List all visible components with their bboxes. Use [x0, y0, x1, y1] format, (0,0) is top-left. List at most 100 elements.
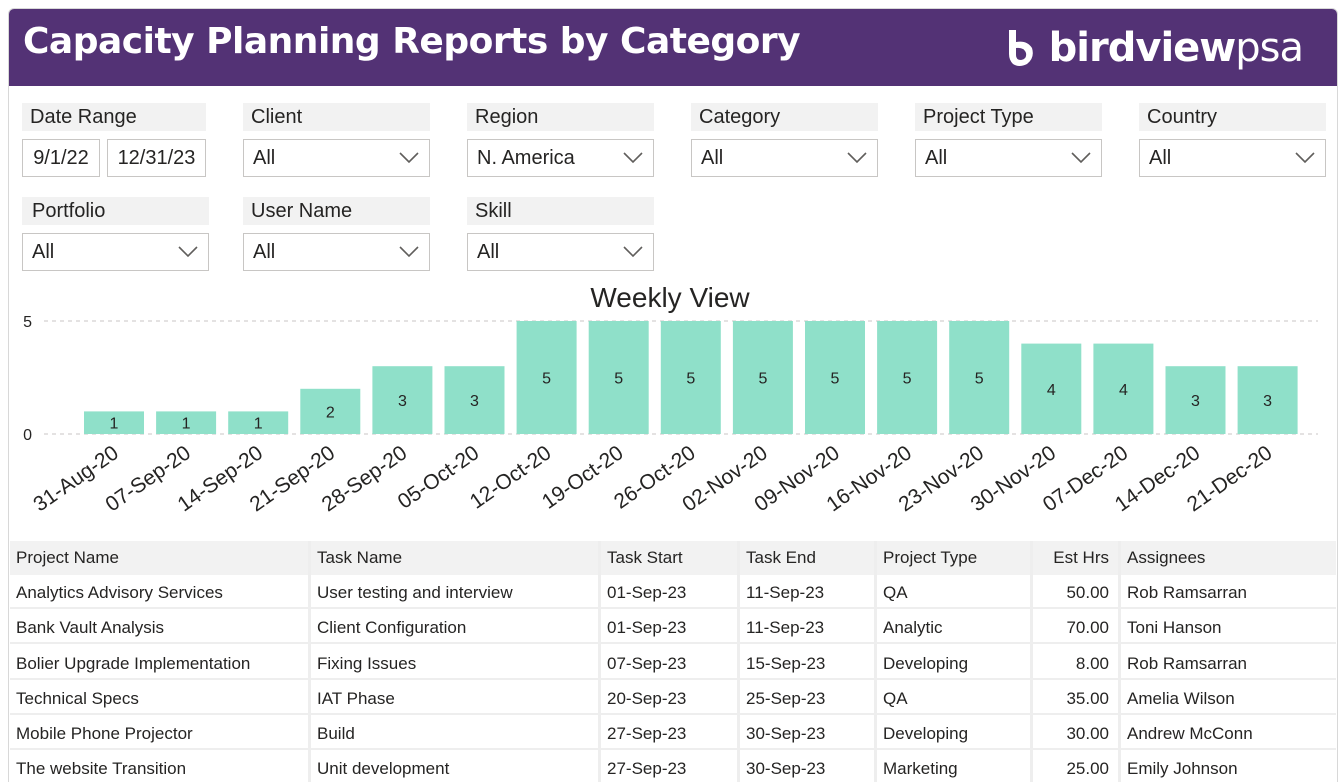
- table-cell: 11-Sep-23: [746, 618, 825, 638]
- table-cell: Developing: [883, 653, 969, 673]
- table-cell: Analytic: [883, 618, 943, 638]
- category-dropdown[interactable]: All: [691, 139, 878, 177]
- table-cell: 8.00: [1075, 653, 1109, 673]
- bar-data-label: 5: [975, 371, 984, 388]
- portfolio-dropdown[interactable]: All: [22, 233, 209, 271]
- column-divider: [598, 541, 601, 782]
- column-divider: [874, 541, 877, 782]
- table-cell: 11-Sep-23: [746, 583, 825, 603]
- row-divider: [10, 677, 1336, 680]
- table-row[interactable]: Bolier Upgrade Implementation Fixing Issu…: [10, 647, 1336, 681]
- date-range-end-input[interactable]: 12/31/23: [107, 139, 206, 177]
- table-cell: Developing: [883, 724, 969, 743]
- category-label: Category: [691, 103, 878, 131]
- brand-wordmark: birdviewpsa: [1048, 25, 1304, 71]
- table-cell: Andrew McConn: [1127, 724, 1253, 743]
- skill-dropdown[interactable]: All: [467, 233, 654, 271]
- y-tick-label: 5: [23, 314, 32, 331]
- chevron-down-icon: [1071, 152, 1091, 164]
- bar-data-label: 5: [903, 371, 912, 388]
- bar-data-label: 2: [326, 404, 335, 421]
- chevron-down-icon: [847, 152, 867, 164]
- table-cell: Rob Ramsarran: [1127, 653, 1247, 673]
- table-cell: 70.00: [1066, 618, 1109, 638]
- bar-data-label: 5: [758, 371, 767, 388]
- portfolio-label: Portfolio: [22, 197, 209, 225]
- table-cell: Technical Specs: [16, 688, 139, 708]
- table-cell: QA: [883, 583, 908, 603]
- table-cell: Rob Ramsarran: [1127, 583, 1247, 603]
- x-tick-label: 19-Oct-20: [538, 441, 628, 513]
- table-cell: QA: [883, 688, 908, 708]
- table-cell: Mobile Phone Projector: [16, 724, 193, 743]
- bar-data-label: 5: [686, 371, 695, 388]
- table-cell: Unit development: [317, 759, 450, 779]
- project-type-dropdown-value: All: [925, 147, 948, 169]
- table-cell: 20-Sep-23: [607, 688, 687, 708]
- user-name-dropdown[interactable]: All: [243, 233, 430, 271]
- bar-data-label: 1: [110, 416, 119, 433]
- portfolio-dropdown-value: All: [32, 241, 55, 263]
- table-row[interactable]: Mobile Phone Projector Build 27-Sep-23 30-S…: [10, 717, 1336, 751]
- bar-data-label: 1: [254, 416, 263, 433]
- table-cell: 35.00: [1066, 688, 1109, 708]
- skill-label: Skill: [467, 197, 654, 225]
- table-cell: Emily Johnson: [1127, 759, 1238, 779]
- column-header: Task Name: [317, 548, 403, 567]
- project-type-label: Project Type: [915, 103, 1102, 131]
- table-cell: 25-Sep-23: [746, 688, 826, 708]
- table-cell: Bank Vault Analysis: [16, 618, 165, 638]
- row-divider: [10, 607, 1336, 610]
- table-cell: 30.00: [1066, 724, 1109, 743]
- bar-data-label: 3: [1191, 393, 1200, 410]
- client-label: Client: [243, 103, 430, 131]
- chevron-down-icon: [623, 246, 643, 258]
- column-header: Assignees: [1127, 548, 1206, 567]
- column-header: Project Name: [16, 548, 119, 567]
- column-header: Task End: [746, 548, 816, 567]
- table-cell: 30-Sep-23: [746, 724, 826, 743]
- region-dropdown-value: N. America: [477, 147, 575, 169]
- brand-logo: birdviewpsa: [1005, 23, 1304, 73]
- birdview-logo-icon: [1008, 30, 1033, 66]
- row-divider: [10, 712, 1336, 715]
- user-name-label: User Name: [243, 197, 430, 225]
- category-dropdown-value: All: [701, 147, 724, 169]
- table-cell: Analytics Advisory Services: [16, 583, 223, 603]
- client-dropdown-value: All: [253, 147, 276, 169]
- bar-data-label: 5: [831, 371, 840, 388]
- client-dropdown[interactable]: All: [243, 139, 430, 177]
- row-divider: [10, 642, 1336, 645]
- region-label: Region: [467, 103, 654, 131]
- bar-data-label: 3: [398, 393, 407, 410]
- date-range-start-input[interactable]: 9/1/22: [22, 139, 100, 177]
- column-header: Est Hrs: [1053, 548, 1109, 567]
- brand-wordmark-bold: birdview: [1048, 25, 1237, 71]
- project-type-dropdown[interactable]: All: [915, 139, 1102, 177]
- page-title: Capacity Planning Reports by Category: [23, 21, 801, 62]
- brand-wordmark-light: psa: [1235, 25, 1304, 71]
- table-cell: Toni Hanson: [1127, 618, 1222, 638]
- table-row[interactable]: Bank Vault Analysis Client Configuration 0…: [10, 611, 1336, 645]
- table-row[interactable]: Analytics Advisory Services User testing …: [10, 576, 1336, 610]
- table-row[interactable]: Technical Specs IAT Phase 20-Sep-23 25-Sep-…: [10, 682, 1336, 716]
- y-tick-label: 0: [23, 427, 32, 444]
- table-cell: 27-Sep-23: [607, 759, 687, 779]
- region-dropdown[interactable]: N. America: [467, 139, 654, 177]
- bar-data-label: 4: [1047, 382, 1056, 399]
- bar-data-label: 3: [470, 393, 479, 410]
- table-cell: Marketing: [883, 759, 958, 779]
- table-cell: Bolier Upgrade Implementation: [16, 653, 251, 673]
- table-cell: The website Transition: [16, 759, 187, 779]
- table-cell: User testing and interview: [317, 583, 513, 603]
- weekly-view-bar-chart: 05131-Aug-20107-Sep-20114-Sep-20221-Sep-…: [23, 314, 1318, 516]
- country-dropdown[interactable]: All: [1139, 139, 1326, 177]
- table-row[interactable]: The website Transition Unit development 27…: [10, 752, 1336, 782]
- column-divider: [1030, 541, 1033, 782]
- x-tick-label: 12-Oct-20: [466, 441, 556, 513]
- skill-dropdown-value: All: [477, 241, 500, 263]
- chevron-down-icon: [399, 246, 419, 258]
- table-cell: 07-Sep-23: [607, 653, 687, 673]
- table-cell: Fixing Issues: [317, 653, 417, 673]
- chevron-down-icon: [623, 152, 643, 164]
